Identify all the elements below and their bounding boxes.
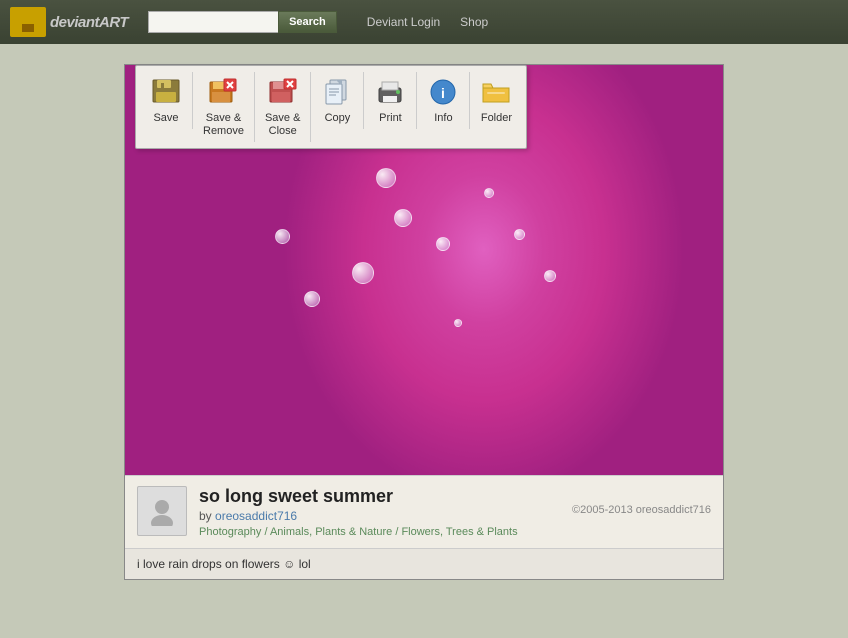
category-link-1[interactable]: Photography — [199, 526, 261, 538]
logo-text: deviantART — [50, 14, 128, 31]
save-remove-label: Save & Remove — [203, 112, 244, 138]
search-button[interactable]: Search — [278, 11, 337, 33]
print-label: Print — [379, 112, 402, 125]
folder-label: Folder — [481, 112, 512, 125]
toolbar-copy[interactable]: Copy — [311, 72, 364, 129]
category-link-2[interactable]: Animals, Plants & Nature — [270, 526, 392, 538]
nav-links: Deviant Login Shop — [367, 15, 488, 29]
toolbar-folder[interactable]: Folder — [470, 72, 522, 129]
save-remove-icon — [207, 76, 239, 108]
toolbar-print[interactable]: Print — [364, 72, 417, 129]
copy-icon — [321, 76, 353, 108]
water-drop — [544, 270, 556, 282]
toolbar-info[interactable]: i Info — [417, 72, 470, 129]
toolbar-save-close[interactable]: Save & Close — [255, 72, 311, 142]
artwork-container: Save Save & — [124, 64, 724, 580]
artwork-info: so long sweet summer by oreosaddict716 P… — [199, 486, 560, 538]
context-toolbar: Save Save & — [135, 65, 527, 149]
water-drop — [514, 229, 525, 240]
print-icon — [374, 76, 406, 108]
water-drop — [304, 291, 320, 307]
artwork-title: so long sweet summer — [199, 486, 560, 507]
logo-area: deviantART — [10, 7, 128, 37]
artwork-categories: Photography / Animals, Plants & Nature /… — [199, 526, 560, 538]
water-drop — [484, 188, 494, 198]
water-drop — [352, 262, 374, 284]
info-icon: i — [427, 76, 459, 108]
water-drop — [376, 168, 396, 188]
save-close-label: Save & Close — [265, 112, 300, 138]
svg-text:i: i — [441, 85, 445, 101]
toolbar-save-remove[interactable]: Save & Remove — [193, 72, 255, 142]
search-input[interactable] — [148, 11, 278, 33]
artwork-copyright: ©2005-2013 oreosaddict716 — [572, 486, 711, 516]
comment-area: i love rain drops on flowers ☺ lol — [125, 548, 723, 579]
category-link-3[interactable]: Flowers, Trees & Plants — [401, 526, 517, 538]
save-label: Save — [153, 112, 178, 125]
logo-icon — [10, 7, 46, 37]
nav-link-deviant-login[interactable]: Deviant Login — [367, 15, 440, 29]
info-label: Info — [434, 112, 452, 125]
save-icon — [150, 76, 182, 108]
header: deviantART Search Deviant Login Shop — [0, 0, 848, 44]
search-area: Search — [148, 11, 337, 33]
avatar — [137, 486, 187, 536]
author-link[interactable]: oreosaddict716 — [215, 509, 297, 523]
info-area: so long sweet summer by oreosaddict716 P… — [125, 475, 723, 548]
folder-icon — [480, 76, 512, 108]
comment-text: i love rain drops on flowers — [137, 557, 280, 571]
water-drop — [275, 229, 290, 244]
comment-text2: lol — [299, 557, 311, 571]
main-content: Save Save & — [0, 44, 848, 638]
water-drop — [394, 209, 412, 227]
water-drop — [454, 319, 462, 327]
nav-link-shop[interactable]: Shop — [460, 15, 488, 29]
save-close-icon — [267, 76, 299, 108]
toolbar-save[interactable]: Save — [140, 72, 193, 129]
content-panel: Save Save & — [124, 64, 724, 628]
comment-emoji: ☺ — [283, 557, 295, 571]
water-drop — [436, 237, 450, 251]
copy-label: Copy — [325, 112, 351, 125]
artwork-by: by oreosaddict716 — [199, 509, 560, 523]
